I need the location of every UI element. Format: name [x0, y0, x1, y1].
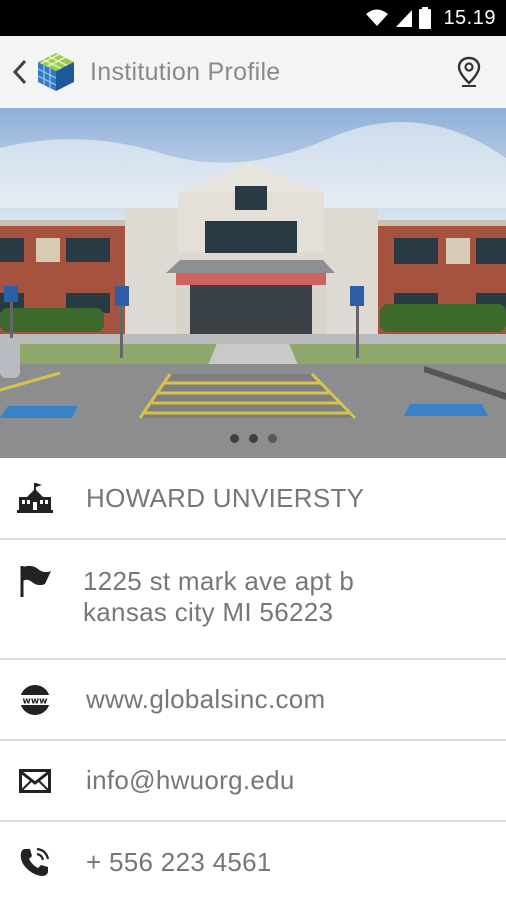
map-pin-icon: [457, 56, 481, 87]
status-bar: 15.19: [0, 0, 506, 36]
signal-icon: [396, 10, 413, 27]
phone-number[interactable]: + 556 223 4561: [86, 847, 272, 878]
wifi-icon: [366, 9, 389, 26]
carousel-dot[interactable]: [267, 434, 277, 443]
flag-icon: [16, 562, 54, 600]
address-line-2: kansas city MI 56223: [83, 597, 334, 627]
location-button[interactable]: [454, 56, 484, 88]
institution-photo-carousel[interactable]: [0, 108, 506, 458]
back-button[interactable]: [6, 36, 34, 108]
website-row[interactable]: www www.globalsinc.com: [0, 660, 506, 741]
email-row[interactable]: info@hwuorg.edu: [0, 741, 506, 822]
carousel-dot[interactable]: [229, 434, 239, 443]
phone-row[interactable]: + 556 223 4561: [0, 822, 506, 900]
name-row: HOWARD UNVIERSTY: [0, 458, 506, 540]
institution-name: HOWARD UNVIERSTY: [86, 482, 365, 513]
school-building-photo: [0, 108, 506, 458]
email-link[interactable]: info@hwuorg.edu: [86, 765, 295, 796]
page-title: Institution Profile: [90, 57, 281, 86]
school-building-icon: [16, 479, 54, 517]
carousel-indicator: [0, 434, 506, 443]
www-globe-icon: www: [16, 681, 54, 719]
address-line-1: 1225 st mark ave apt b: [83, 566, 355, 596]
phone-icon: [16, 843, 54, 881]
status-time: 15.19: [443, 6, 496, 29]
app-bar: Institution Profile: [0, 36, 506, 108]
institution-details-list: HOWARD UNVIERSTY 1225 st mark ave apt b …: [0, 458, 506, 900]
address-block: 1225 st mark ave apt b kansas city MI 56…: [83, 566, 354, 628]
battery-icon: [419, 7, 432, 29]
envelope-icon: [16, 762, 54, 800]
svg-text:www: www: [23, 696, 48, 706]
carousel-dot-active[interactable]: [248, 434, 258, 443]
chevron-left-icon: [12, 59, 27, 85]
website-link[interactable]: www.globalsinc.com: [86, 684, 326, 715]
app-logo[interactable]: [34, 50, 78, 94]
address-row[interactable]: 1225 st mark ave apt b kansas city MI 56…: [0, 540, 506, 660]
